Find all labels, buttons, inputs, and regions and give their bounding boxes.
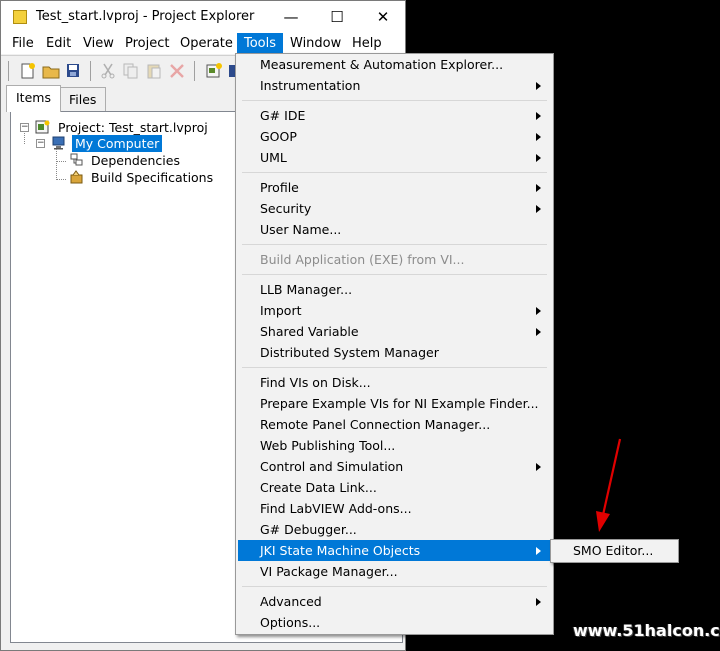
tree-connector (56, 179, 66, 181)
menu-item-control-and-simulation[interactable]: Control and Simulation (238, 456, 551, 477)
menu-item-uml[interactable]: UML (238, 147, 551, 168)
tree-item-dependencies[interactable]: Dependencies (91, 152, 180, 169)
menu-item-goop[interactable]: GOOP (238, 126, 551, 147)
menu-item-llb-manager[interactable]: LLB Manager... (238, 279, 551, 300)
menu-window[interactable]: Window (283, 33, 348, 54)
window-title: Test_start.lvproj - Project Explorer (36, 9, 255, 24)
menu-item-distributed-system-manager[interactable]: Distributed System Manager (238, 342, 551, 363)
red-arrow-annotation (596, 438, 622, 532)
menu-item-g-sharp-debugger[interactable]: G# Debugger... (238, 519, 551, 540)
tab-items[interactable]: Items (6, 85, 61, 112)
build-specifications-icon (70, 170, 83, 184)
menu-separator (242, 100, 547, 101)
toolbar-separator (194, 61, 195, 81)
menu-separator (242, 586, 547, 587)
menu-item-instrumentation[interactable]: Instrumentation (238, 75, 551, 96)
menu-item-find-labview-add-ons[interactable]: Find LabVIEW Add-ons... (238, 498, 551, 519)
menu-item-smo-editor[interactable]: SMO Editor... (553, 541, 653, 561)
project-properties-icon[interactable] (205, 62, 223, 80)
menu-tools[interactable]: Tools (237, 33, 284, 54)
toolbar-grip (8, 61, 9, 81)
menu-separator (242, 274, 547, 275)
copy-icon[interactable] (122, 62, 140, 80)
menu-item-build-application: Build Application (EXE) from VI... (260, 252, 465, 267)
menu-item-measurement-automation-explorer[interactable]: Measurement & Automation Explorer... (238, 54, 551, 75)
project-file-icon (35, 120, 50, 134)
menu-separator (242, 367, 547, 368)
menu-help[interactable]: Help (345, 33, 389, 54)
menu-item-web-publishing-tool[interactable]: Web Publishing Tool... (238, 435, 551, 456)
submenu-arrow-icon (536, 547, 541, 555)
menu-item-find-vis-on-disk[interactable]: Find VIs on Disk... (238, 372, 551, 393)
submenu-arrow-icon (536, 598, 541, 606)
menu-item-profile[interactable]: Profile (238, 177, 551, 198)
menu-item-security[interactable]: Security (238, 198, 551, 219)
collapse-toggle[interactable]: − (20, 123, 29, 132)
tree-connector (56, 149, 58, 180)
open-folder-icon[interactable] (42, 62, 60, 80)
delete-icon[interactable] (168, 62, 186, 80)
submenu-arrow-icon (536, 184, 541, 192)
submenu-arrow-icon (536, 463, 541, 471)
tree-item-build-specifications[interactable]: Build Specifications (91, 169, 213, 186)
new-icon[interactable] (19, 62, 37, 80)
submenu-arrow-icon (536, 328, 541, 336)
title-bar[interactable]: Test_start.lvproj - Project Explorer — ☐… (1, 1, 405, 33)
submenu-arrow-icon (536, 307, 541, 315)
submenu-arrow-icon (536, 112, 541, 120)
arrow-head (596, 511, 610, 532)
save-all-icon[interactable] (65, 62, 83, 80)
cut-icon[interactable] (99, 62, 117, 80)
menu-item-user-name[interactable]: User Name... (238, 219, 551, 240)
menu-item-vi-package-manager[interactable]: VI Package Manager... (238, 561, 551, 582)
menu-item-shared-variable[interactable]: Shared Variable (238, 321, 551, 342)
maximize-button[interactable]: ☐ (314, 1, 360, 33)
computer-icon (52, 136, 65, 150)
menu-item-create-data-link[interactable]: Create Data Link... (238, 477, 551, 498)
menu-item-remote-panel-connection-manager[interactable]: Remote Panel Connection Manager... (238, 414, 551, 435)
menu-operate[interactable]: Operate (173, 33, 240, 54)
submenu-arrow-icon (536, 205, 541, 213)
menu-bar: File Edit View Project Operate Tools Win… (1, 33, 405, 54)
tab-files[interactable]: Files (59, 87, 107, 112)
arrow-shaft (601, 438, 622, 516)
tree-item-my-computer[interactable]: My Computer (72, 135, 163, 152)
menu-separator (242, 244, 547, 245)
submenu-arrow-icon (536, 133, 541, 141)
menu-item-import[interactable]: Import (238, 300, 551, 321)
tools-dropdown-menu: Measurement & Automation Explorer... Ins… (235, 53, 554, 635)
toolbar-separator (90, 61, 91, 81)
watermark-text: www.51halcon.com (573, 621, 720, 640)
menu-item-g-sharp-ide[interactable]: G# IDE (238, 105, 551, 126)
menu-project[interactable]: Project (118, 33, 176, 54)
menu-item-options[interactable]: Options... (238, 612, 551, 633)
tree-item-project[interactable]: Project: Test_start.lvproj (58, 119, 208, 136)
close-button[interactable]: ✕ (360, 1, 406, 33)
labview-project-icon (13, 10, 27, 24)
minimize-button[interactable]: — (268, 1, 314, 33)
menu-separator (242, 172, 547, 173)
paste-icon[interactable] (145, 62, 163, 80)
tree-connector (56, 161, 66, 163)
menu-item-advanced[interactable]: Advanced (238, 591, 551, 612)
menu-file[interactable]: File (5, 33, 41, 54)
menu-item-jki-state-machine-objects[interactable]: JKI State Machine Objects (238, 540, 551, 561)
menu-view[interactable]: View (76, 33, 121, 54)
menu-edit[interactable]: Edit (39, 33, 78, 54)
submenu-arrow-icon (536, 154, 541, 162)
collapse-toggle[interactable]: − (36, 139, 45, 148)
jki-submenu: SMO Editor... (550, 539, 679, 563)
tree-connector (24, 133, 26, 144)
menu-item-prepare-example-vis[interactable]: Prepare Example VIs for NI Example Finde… (238, 393, 551, 414)
dependencies-icon (70, 153, 83, 166)
submenu-arrow-icon (536, 82, 541, 90)
